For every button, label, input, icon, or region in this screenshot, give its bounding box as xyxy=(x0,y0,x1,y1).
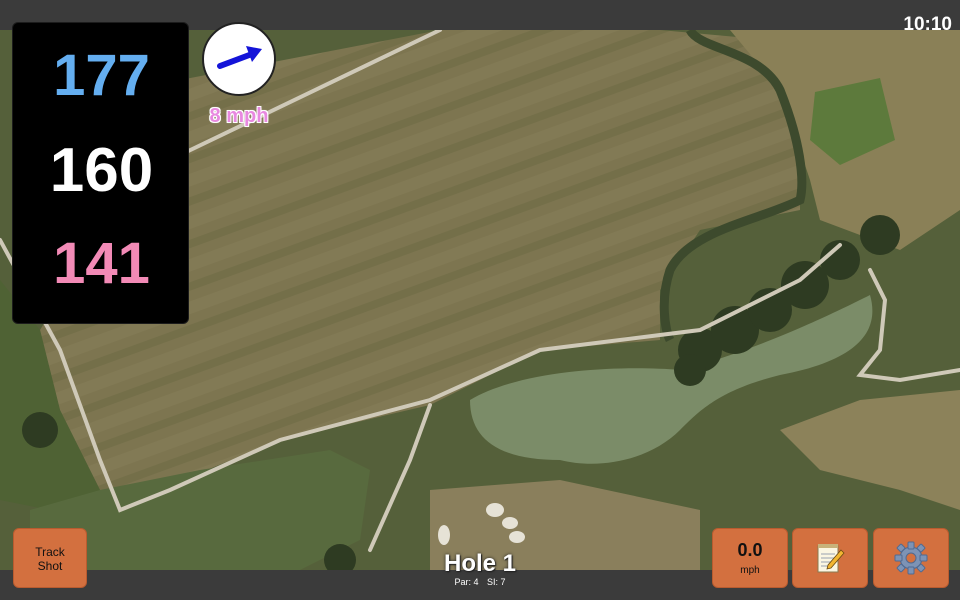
speed-unit: mph xyxy=(740,565,760,576)
speed-value: 0.0 xyxy=(737,540,763,560)
par-label: Par: 4 xyxy=(454,577,479,587)
status-time: 10:10 xyxy=(903,14,952,35)
front-distance: 141 xyxy=(53,231,150,296)
speed-button[interactable]: 0.0 mph xyxy=(712,528,788,588)
wind-speed-label: 8 mph xyxy=(209,105,269,127)
notepad-pencil-icon xyxy=(817,544,845,573)
stroke-index-label: SI: 7 xyxy=(487,577,506,587)
middle-distance: 160 xyxy=(49,136,154,205)
gear-icon xyxy=(894,541,928,575)
wind-direction-arrow-icon xyxy=(217,46,262,69)
distance-panel: 177 160 141 xyxy=(12,22,189,324)
settings-button[interactable] xyxy=(873,528,949,588)
scorecard-button[interactable] xyxy=(792,528,868,588)
back-distance: 177 xyxy=(53,43,150,108)
wind-indicator[interactable] xyxy=(202,22,276,96)
